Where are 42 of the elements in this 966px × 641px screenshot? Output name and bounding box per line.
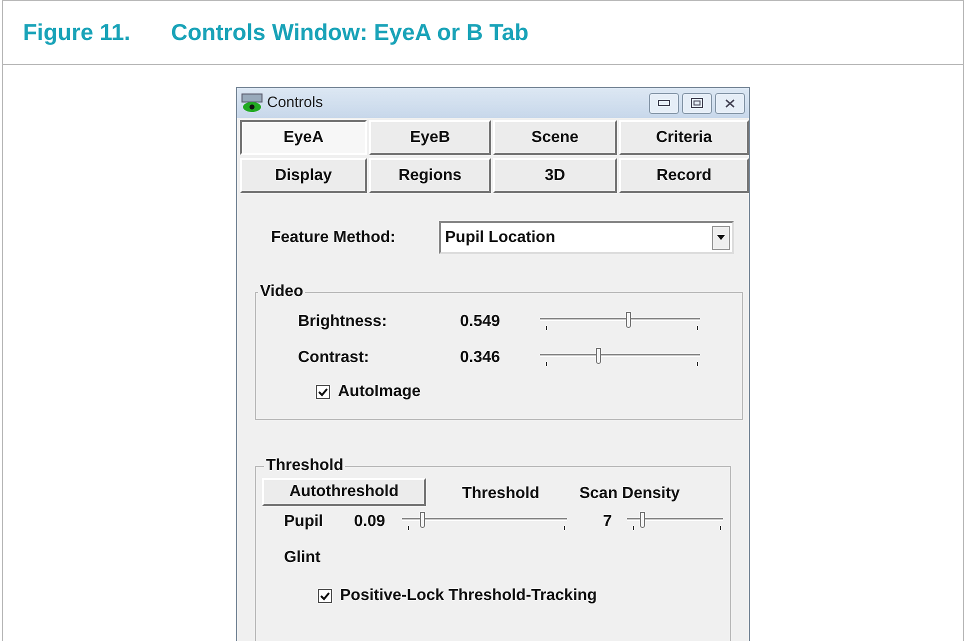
- slider-value: 0.346: [460, 348, 502, 368]
- tab[interactable]: Regions: [369, 158, 491, 193]
- figure-number: Figure 11.: [23, 18, 132, 48]
- feature-method-dropdown[interactable]: Pupil Location: [439, 221, 734, 254]
- glint-label: Glint: [283, 548, 322, 568]
- checkbox-label: AutoImage: [338, 382, 421, 402]
- slider-value: 7: [603, 512, 613, 532]
- tab[interactable]: Scene: [493, 120, 617, 155]
- tab[interactable]: Record: [619, 158, 749, 193]
- slider-label: Contrast:: [298, 348, 370, 368]
- tab[interactable]: EyeA: [240, 120, 367, 155]
- slider-value: 0.549: [460, 312, 502, 332]
- minimize-icon: [658, 100, 670, 106]
- figure-caption: Controls Window: EyeA or B Tab: [171, 18, 529, 48]
- close-icon: [725, 98, 735, 108]
- close-button[interactable]: [715, 92, 745, 114]
- autothreshold-button[interactable]: Autothreshold: [262, 478, 426, 506]
- group-title: Video: [259, 282, 304, 302]
- checkbox[interactable]: [316, 385, 330, 399]
- slider-thumb[interactable]: [420, 512, 425, 528]
- group-title: Threshold: [265, 456, 344, 476]
- window-title: Controls: [267, 92, 323, 113]
- maximize-button[interactable]: [682, 92, 712, 114]
- maximize-icon: [691, 98, 703, 108]
- checkbox-label: Positive-Lock Threshold-Tracking: [340, 586, 597, 606]
- column-heading: Scan Density: [579, 484, 680, 504]
- slider-thumb[interactable]: [596, 348, 601, 364]
- dropdown-arrow-icon: [717, 235, 725, 240]
- slider-thumb[interactable]: [640, 512, 646, 528]
- app-icon: [241, 93, 263, 113]
- tab[interactable]: Criteria: [619, 120, 749, 155]
- slider-label: Brightness:: [298, 312, 388, 332]
- tab[interactable]: EyeB: [369, 120, 491, 155]
- feature-method-label: Feature Method:: [271, 228, 396, 248]
- tab[interactable]: 3D: [493, 158, 617, 193]
- minimize-button[interactable]: [649, 92, 679, 114]
- tab[interactable]: Display: [240, 158, 367, 193]
- column-heading: Threshold: [462, 484, 540, 504]
- checkbox[interactable]: [318, 589, 332, 603]
- slider-thumb[interactable]: [626, 312, 631, 328]
- slider-value: 0.09: [354, 512, 386, 532]
- pupil-label: Pupil: [284, 512, 324, 532]
